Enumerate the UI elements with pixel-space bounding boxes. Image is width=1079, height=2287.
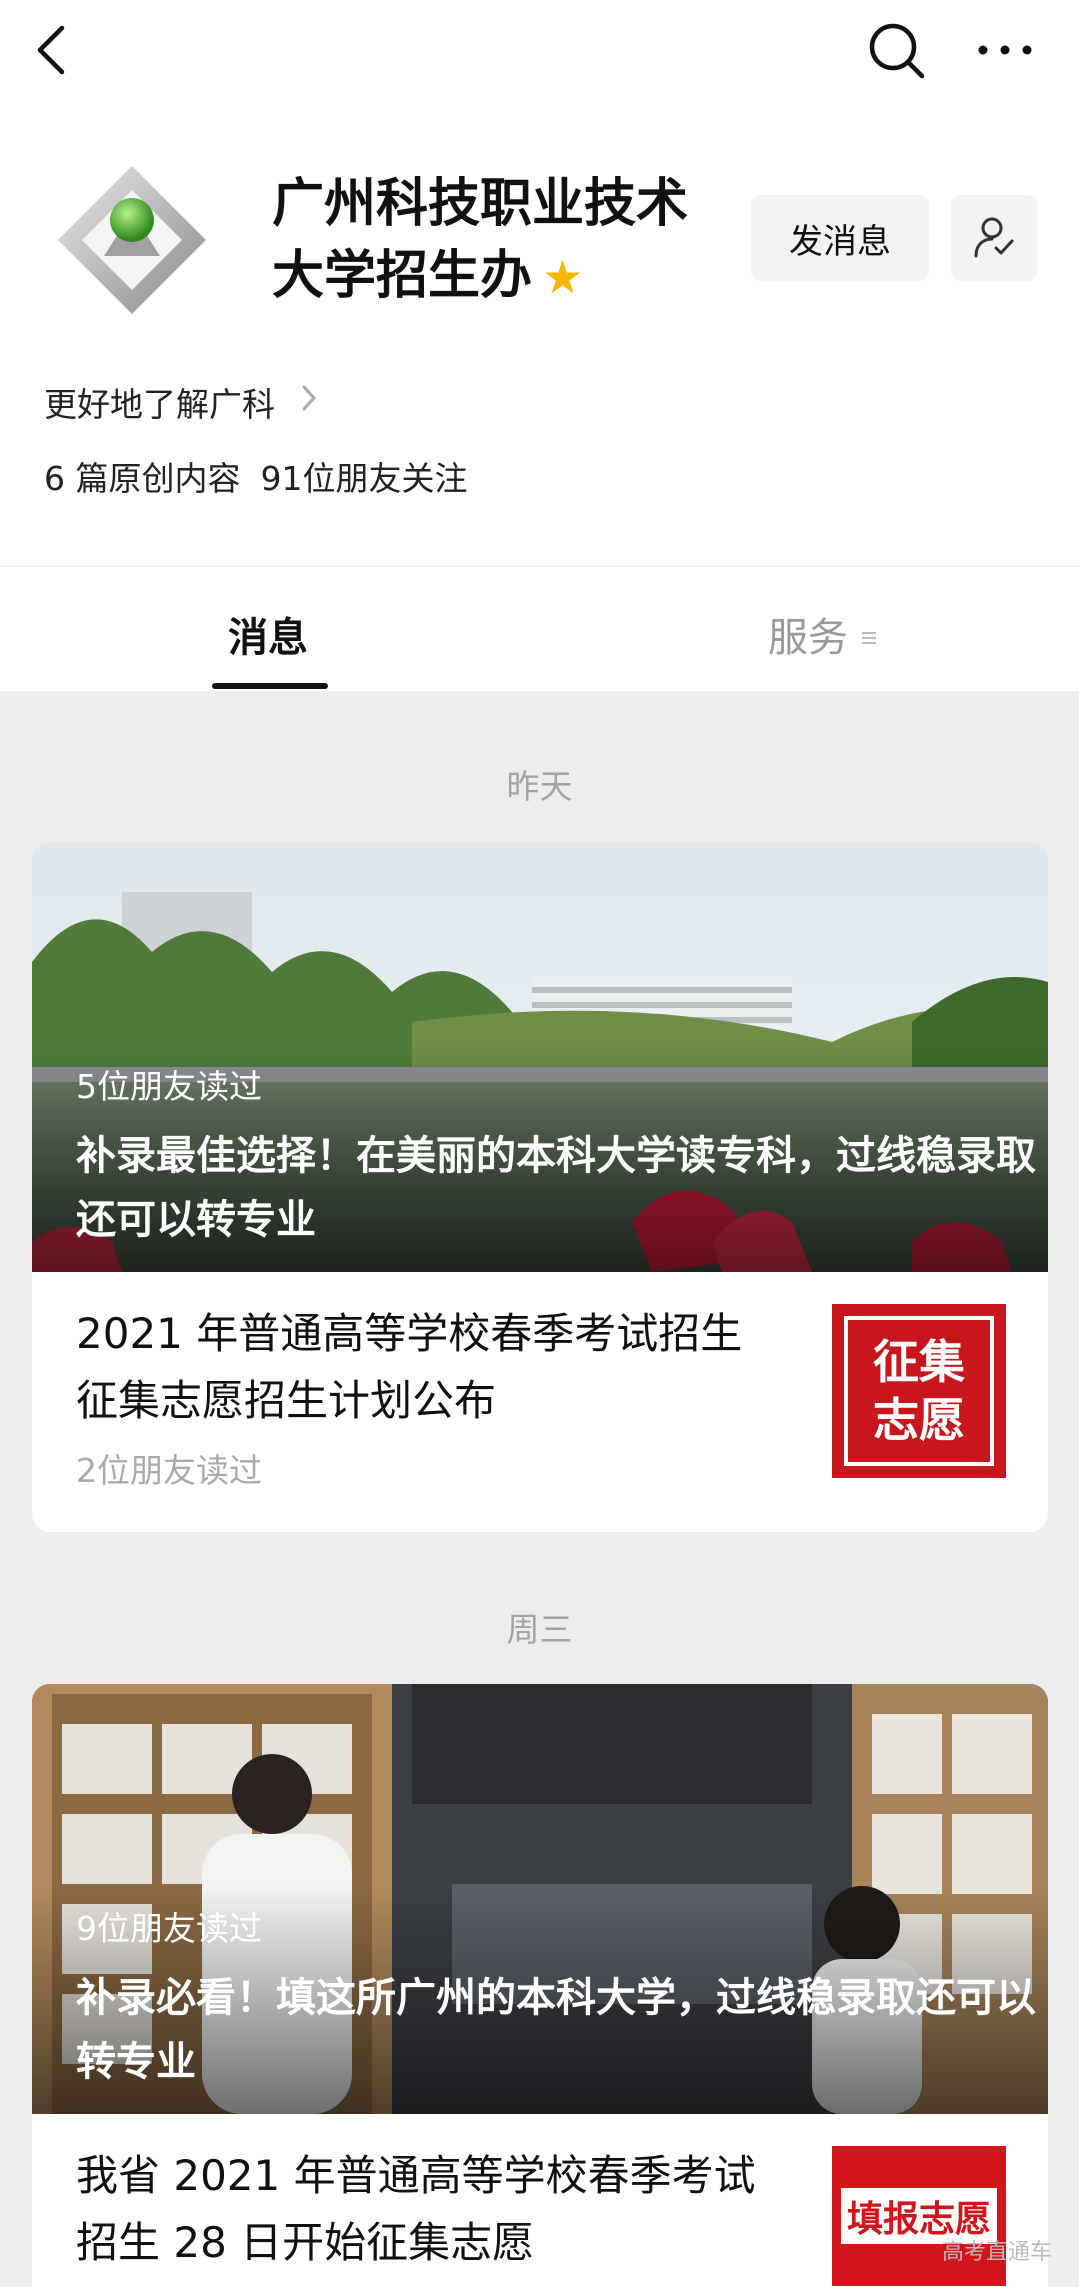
original-content-count: 6 篇原创内容 <box>44 459 241 498</box>
article-cover[interactable]: 9位朋友读过 补录必看！填这所广州的本科大学，过线稳录取还可以转专业 <box>32 1684 1048 2114</box>
article-title: 2021 年普通高等学校春季考试招生征集志愿招生计划公布 <box>76 1309 743 1425</box>
following-button[interactable] <box>951 195 1037 281</box>
send-message-button[interactable]: 发消息 <box>751 195 929 281</box>
profile-header: 广州科技职业技术 大学招生办 ★ 发消息 更好地了解广科 6 篇原创内容 91位朋友… <box>0 0 1079 565</box>
article-thumbnail: 征集 志愿 <box>832 1304 1006 1478</box>
tab-bar: 消息 服务 <box>0 567 1079 691</box>
article-card: 5位朋友读过 补录最佳选择！在美丽的本科大学读专科，过线稳录取还可以转专业 20… <box>32 842 1048 1532</box>
about-link[interactable]: 更好地了解广科 <box>44 378 317 426</box>
tab-active-indicator <box>212 683 328 689</box>
thumbnail-text-line2: 志愿 <box>873 1393 965 1447</box>
back-icon[interactable] <box>30 22 74 78</box>
thumbnail-text-line1: 征集 <box>873 1335 965 1389</box>
cover-friends-read: 5位朋友读过 <box>76 1067 262 1106</box>
tab-services-label: 服务 <box>768 615 848 661</box>
article-list-item[interactable]: 2021 年普通高等学校春季考试招生征集志愿招生计划公布 2位朋友读过 征集 志… <box>32 1272 1048 1532</box>
account-name: 广州科技职业技术 大学招生办 ★ <box>272 168 722 313</box>
article-card: 9位朋友读过 补录必看！填这所广州的本科大学，过线稳录取还可以转专业 我省 20… <box>32 1684 1048 2287</box>
account-logo <box>52 160 212 320</box>
chevron-right-icon <box>301 384 317 420</box>
account-name-line2: 大学招生办 <box>272 246 533 306</box>
menu-icon <box>860 611 878 657</box>
search-icon[interactable] <box>866 20 928 82</box>
article-friends-read: 2位朋友读过 <box>76 1451 262 1490</box>
date-label-wednesday: 周三 <box>506 1610 573 1649</box>
cover-friends-read: 9位朋友读过 <box>76 1909 262 1948</box>
more-icon[interactable] <box>975 28 1035 72</box>
account-stats: 6 篇原创内容 91位朋友关注 <box>44 452 468 500</box>
about-link-label: 更好地了解广科 <box>44 385 275 424</box>
cover-headline: 补录最佳选择！在美丽的本科大学读专科，过线稳录取还可以转专业 <box>76 1133 1036 1243</box>
article-title: 我省 2021 年普通高等学校春季考试招生 28 日开始征集志愿 <box>76 2151 756 2267</box>
account-name-line1: 广州科技职业技术 <box>272 174 689 234</box>
user-check-icon <box>974 217 1014 258</box>
tab-services[interactable]: 服务 <box>768 605 878 663</box>
article-cover[interactable]: 5位朋友读过 补录最佳选择！在美丽的本科大学读专科，过线稳录取还可以转专业 <box>32 842 1048 1272</box>
cover-headline: 补录必看！填这所广州的本科大学，过线稳录取还可以转专业 <box>76 1975 1036 2085</box>
watermark: 高考直通车 <box>942 2240 1053 2265</box>
article-list-item[interactable]: 我省 2021 年普通高等学校春季考试招生 28 日开始征集志愿 填报志愿 <box>32 2114 1048 2287</box>
star-icon: ★ <box>542 250 584 304</box>
date-label-yesterday: 昨天 <box>506 767 573 806</box>
followers-count: 91位朋友关注 <box>260 459 468 498</box>
tab-messages[interactable]: 消息 <box>228 605 308 663</box>
